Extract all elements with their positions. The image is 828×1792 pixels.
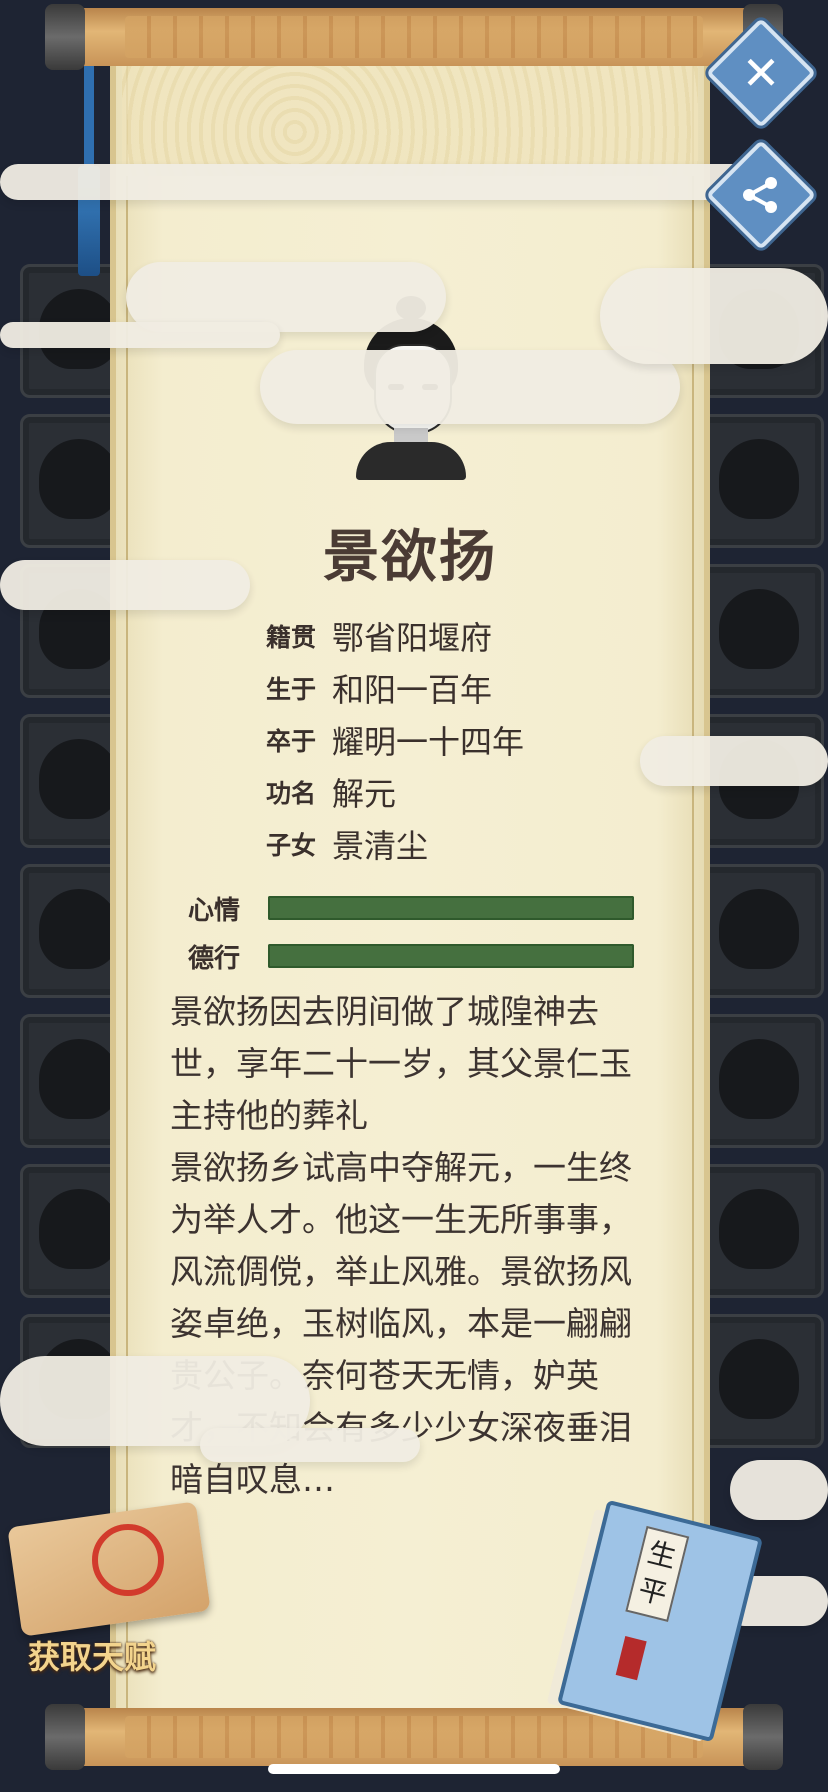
cloud-decoration: [200, 1428, 420, 1462]
cloud-decoration: [0, 322, 280, 348]
scroll-top-roller: [45, 4, 783, 70]
info-row-rank: 功名 解元: [266, 766, 524, 818]
mood-bar: [268, 896, 634, 920]
info-row-children: 子女 景清尘: [266, 818, 524, 870]
info-key: 卒于: [266, 727, 317, 756]
info-key: 生于: [266, 675, 317, 704]
stat-virtue: 德行: [188, 932, 634, 980]
share-icon: [726, 160, 796, 230]
character-info: 籍贯 鄂省阳堰府 生于 和阳一百年 卒于 耀明一十四年 功名 解元 子女 景清尘: [266, 610, 524, 870]
cloud-decoration: [260, 350, 680, 424]
info-value: 解元: [332, 775, 397, 813]
cloud-decoration: [600, 268, 828, 364]
info-value: 景清尘: [332, 827, 429, 865]
stat-mood: 心情: [188, 884, 634, 932]
info-row-hometown: 籍贯 鄂省阳堰府: [266, 610, 524, 662]
info-row-born: 生于 和阳一百年: [266, 662, 524, 714]
stat-label: 德行: [188, 943, 241, 974]
cloud-decoration: [0, 164, 760, 200]
cloud-decoration: [730, 1460, 828, 1520]
info-key: 子女: [266, 831, 317, 860]
red-ribbon-icon: [92, 1524, 164, 1596]
bio-paragraph: 景欲扬因去阴间做了城隍神去世，享年二十一岁，其父景仁玉主持他的葬礼: [170, 992, 632, 1135]
cloud-decoration: [640, 736, 828, 786]
virtue-bar-fill: [268, 944, 634, 968]
character-stats: 心情 德行: [188, 884, 634, 980]
scroll-pattern-band: [122, 66, 698, 176]
info-key: 籍贯: [266, 623, 317, 652]
virtue-bar: [268, 944, 634, 968]
info-key: 功名: [266, 779, 317, 808]
info-value: 鄂省阳堰府: [332, 619, 493, 657]
stat-label: 心情: [188, 895, 241, 926]
mood-bar-fill: [268, 896, 634, 920]
cloud-decoration: [0, 560, 250, 610]
close-icon: ✕: [741, 46, 781, 100]
info-value: 耀明一十四年: [332, 723, 525, 761]
info-row-died: 卒于 耀明一十四年: [266, 714, 524, 766]
info-value: 和阳一百年: [332, 671, 493, 709]
home-indicator[interactable]: [268, 1764, 560, 1774]
get-talent-label[interactable]: 获取天赋: [28, 1632, 156, 1678]
